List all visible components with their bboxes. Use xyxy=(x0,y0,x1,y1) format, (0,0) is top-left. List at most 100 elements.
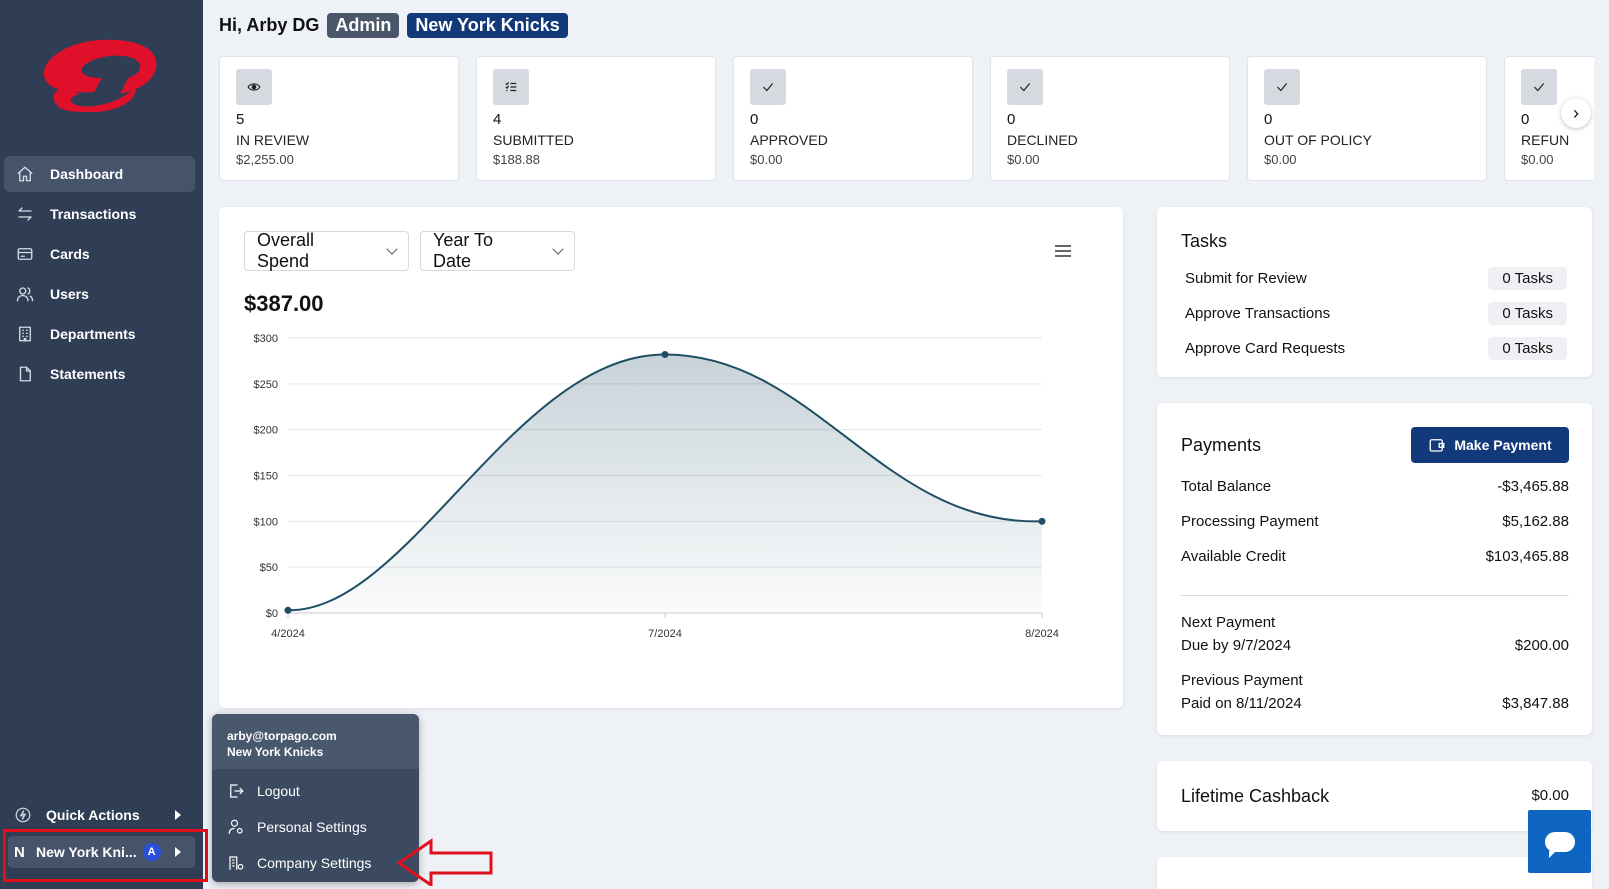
available-credit-label: Available Credit xyxy=(1181,548,1286,565)
stat-amount: $2,255.00 xyxy=(236,152,294,167)
x-tick-label: 4/2024 xyxy=(271,628,305,640)
users-icon xyxy=(14,283,36,305)
transfer-icon xyxy=(14,203,36,225)
data-point xyxy=(284,606,292,614)
stat-card-submitted[interactable]: 4 SUBMITTED $188.88 xyxy=(476,56,716,181)
logout-label: Logout xyxy=(257,783,300,799)
stat-label: SUBMITTED xyxy=(493,132,574,148)
chat-support-button[interactable] xyxy=(1528,810,1591,873)
task-row[interactable]: Submit for Review 0 Tasks xyxy=(1185,265,1567,291)
caret-right-icon xyxy=(175,810,181,820)
cashback-value: $0.00 xyxy=(1531,787,1569,804)
stat-amount: $0.00 xyxy=(1264,152,1297,167)
task-row[interactable]: Approve Card Requests 0 Tasks xyxy=(1185,335,1567,361)
stat-label: REFUN xyxy=(1521,132,1570,148)
popup-company: New York Knicks xyxy=(227,745,324,759)
stat-label: DECLINED xyxy=(1007,132,1078,148)
stat-label: IN REVIEW xyxy=(236,132,310,148)
stat-card-out-of-policy[interactable]: 0 OUT OF POLICY $0.00 xyxy=(1247,56,1487,181)
sidebar-item-label: Transactions xyxy=(50,206,137,222)
y-tick-label: $300 xyxy=(254,333,278,345)
company-settings-menu-item[interactable]: Company Settings xyxy=(212,845,419,881)
next-payment-row: Next Payment Due by 9/7/2024 $200.00 xyxy=(1181,611,1569,657)
make-payment-button[interactable]: Make Payment xyxy=(1411,427,1569,463)
tasks-card: Tasks Submit for Review 0 Tasks Approve … xyxy=(1157,207,1592,377)
area-fill xyxy=(288,354,1042,613)
building-gear-icon xyxy=(229,856,244,870)
chat-bubble-icon xyxy=(1544,831,1575,858)
stat-card-declined[interactable]: 0 DECLINED $0.00 xyxy=(990,56,1230,181)
lightning-icon xyxy=(15,807,31,823)
stat-amount: $188.88 xyxy=(493,152,540,167)
available-credit-row: Available Credit $103,465.88 xyxy=(1181,548,1569,565)
stat-count: 4 xyxy=(493,111,502,128)
building-icon xyxy=(14,323,36,345)
popup-header: arby@torpago.com New York Knicks xyxy=(212,714,419,769)
stat-count: 5 xyxy=(236,111,245,128)
sidebar-item-departments[interactable]: Departments xyxy=(4,316,195,352)
stat-card-in-review[interactable]: 5 IN REVIEW $2,255.00 xyxy=(219,56,459,181)
greeting: Hi, Arby DG xyxy=(219,15,320,35)
spend-chart-card: Overall Spend Year To Date $387.00 $0 $50… xyxy=(219,207,1123,708)
stat-label: OUT OF POLICY xyxy=(1264,132,1372,148)
y-tick-label: $250 xyxy=(254,379,278,391)
partial-card xyxy=(1157,857,1592,889)
task-count: 0 Tasks xyxy=(1488,301,1567,325)
processing-label: Processing Payment xyxy=(1181,513,1319,530)
sidebar-item-label: Statements xyxy=(50,366,126,382)
stat-amount: $0.00 xyxy=(750,152,783,167)
company-settings-label: Company Settings xyxy=(257,855,372,871)
total-balance-value: -$3,465.88 xyxy=(1497,478,1569,495)
card-icon xyxy=(14,243,36,265)
sidebar-item-cards[interactable]: Cards xyxy=(4,236,195,272)
list-check-icon xyxy=(493,69,529,105)
x-tick-label: 7/2024 xyxy=(648,628,682,640)
sidebar-item-statements[interactable]: Statements xyxy=(4,356,195,392)
sidebar-item-transactions[interactable]: Transactions xyxy=(4,196,195,232)
check-icon xyxy=(750,69,786,105)
processing-payment-row: Processing Payment $5,162.88 xyxy=(1181,513,1569,530)
sidebar: Dashboard Transactions Cards Users Depar… xyxy=(0,0,203,889)
next-payment-due: Due by 9/7/2024 xyxy=(1181,637,1292,654)
carousel-next-button[interactable]: › xyxy=(1561,98,1591,128)
task-label: Approve Transactions xyxy=(1185,304,1331,322)
team-badge: New York Knicks xyxy=(407,13,568,38)
previous-payment-date: Paid on 8/11/2024 xyxy=(1181,695,1302,712)
x-tick-label: 8/2024 xyxy=(1025,628,1059,640)
highlight-box xyxy=(3,829,208,882)
personal-settings-menu-item[interactable]: Personal Settings xyxy=(212,809,419,845)
previous-payment-detail: Paid on 8/11/2024 $3,847.88 xyxy=(1181,692,1569,715)
payments-card: Payments Make Payment Total Balance -$3,… xyxy=(1157,403,1592,735)
y-tick-label: $100 xyxy=(254,516,278,528)
y-tick-label: $150 xyxy=(254,471,278,483)
account-popup-menu: arby@torpago.com New York Knicks Logout … xyxy=(212,714,419,882)
next-payment-detail: Due by 9/7/2024 $200.00 xyxy=(1181,634,1569,657)
next-payment-amount: $200.00 xyxy=(1514,637,1569,654)
task-label: Submit for Review xyxy=(1185,269,1307,287)
chevron-right-icon: › xyxy=(1573,102,1579,123)
pointer-arrow-annotation xyxy=(396,838,493,886)
cashback-label: Lifetime Cashback xyxy=(1181,786,1330,806)
sidebar-item-dashboard[interactable]: Dashboard xyxy=(4,156,195,192)
sidebar-item-users[interactable]: Users xyxy=(4,276,195,312)
quick-actions[interactable]: Quick Actions xyxy=(4,798,195,832)
logout-icon xyxy=(230,784,244,798)
y-tick-label: $200 xyxy=(254,425,278,437)
tasks-title: Tasks xyxy=(1181,231,1228,251)
make-payment-label: Make Payment xyxy=(1454,437,1552,453)
sidebar-nav: Dashboard Transactions Cards Users Depar… xyxy=(4,156,195,396)
stat-count: 0 xyxy=(750,111,759,128)
check-icon xyxy=(1521,69,1557,105)
popup-email: arby@torpago.com xyxy=(227,729,337,743)
stat-amount: $0.00 xyxy=(1007,152,1040,167)
data-point xyxy=(661,351,669,358)
total-balance-row: Total Balance -$3,465.88 xyxy=(1181,478,1569,495)
stat-card-approved[interactable]: 0 APPROVED $0.00 xyxy=(733,56,973,181)
task-row[interactable]: Approve Transactions 0 Tasks xyxy=(1185,300,1567,326)
check-icon xyxy=(1007,69,1043,105)
logout-menu-item[interactable]: Logout xyxy=(212,773,419,809)
personal-settings-label: Personal Settings xyxy=(257,819,367,835)
brand-logo[interactable] xyxy=(40,38,158,112)
y-tick-label: $0 xyxy=(266,608,278,620)
page-header: Hi, Arby DG Admin New York Knicks xyxy=(219,13,568,38)
